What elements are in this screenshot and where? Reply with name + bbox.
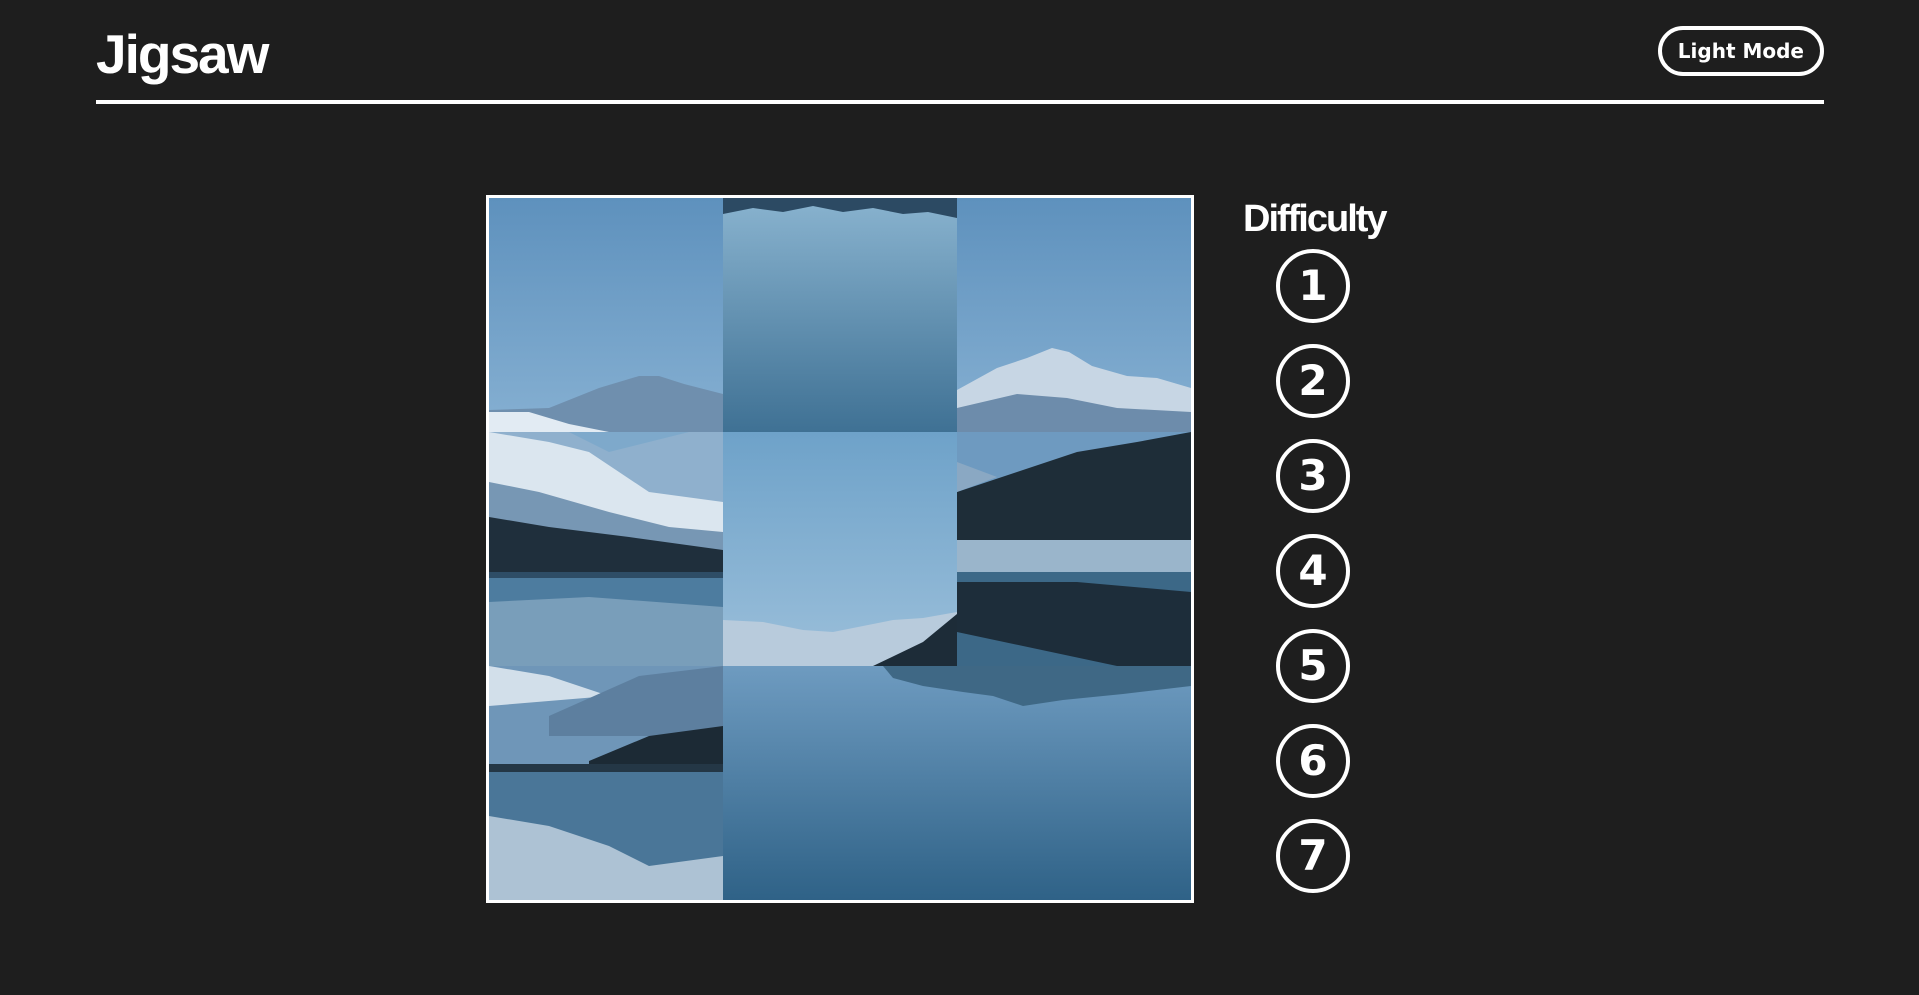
difficulty-6-button[interactable]: 6 bbox=[1276, 724, 1350, 798]
difficulty-3-button[interactable]: 3 bbox=[1276, 439, 1350, 513]
app-title: Jigsaw bbox=[96, 23, 269, 85]
difficulty-levels: 1 2 3 4 5 6 7 bbox=[1276, 249, 1350, 914]
puzzle-tile[interactable] bbox=[489, 198, 723, 432]
puzzle-tile[interactable] bbox=[489, 666, 723, 900]
puzzle-tile[interactable] bbox=[957, 432, 1191, 666]
light-mode-button[interactable]: Light Mode bbox=[1657, 26, 1824, 76]
puzzle-tile[interactable] bbox=[723, 432, 957, 666]
puzzle-tile[interactable] bbox=[723, 666, 1191, 900]
difficulty-panel: Difficulty 1 2 3 4 5 6 7 bbox=[1243, 195, 1388, 893]
site-header: Jigsaw Light Mode bbox=[96, 0, 1824, 104]
difficulty-5-button[interactable]: 5 bbox=[1276, 629, 1350, 703]
puzzle-tile[interactable] bbox=[723, 198, 957, 432]
difficulty-2-button[interactable]: 2 bbox=[1276, 344, 1350, 418]
puzzle-tile[interactable] bbox=[489, 432, 723, 666]
puzzle-board bbox=[486, 195, 1194, 903]
difficulty-1-button[interactable]: 1 bbox=[1276, 249, 1350, 323]
difficulty-7-button[interactable]: 7 bbox=[1276, 819, 1350, 893]
difficulty-4-button[interactable]: 4 bbox=[1276, 534, 1350, 608]
difficulty-heading: Difficulty bbox=[1243, 198, 1388, 240]
puzzle-tile[interactable] bbox=[957, 198, 1191, 432]
